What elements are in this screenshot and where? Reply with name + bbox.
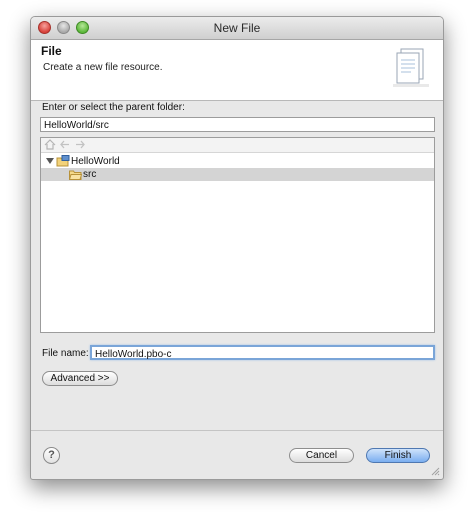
tree-item-src[interactable]: src [41, 168, 434, 181]
wizard-title: File [41, 44, 62, 58]
help-icon: ? [48, 449, 55, 461]
file-name-label: File name: [42, 348, 89, 359]
forward-arrow-icon[interactable] [74, 139, 86, 150]
file-name-input[interactable]: HelloWorld.pbo-c [90, 345, 435, 360]
help-button[interactable]: ? [43, 447, 60, 464]
tree-toolbar [41, 138, 434, 153]
wizard-description: Create a new file resource. [43, 62, 163, 73]
project-folder-icon [56, 155, 70, 167]
resize-grip-icon[interactable] [431, 467, 440, 476]
home-icon[interactable] [44, 139, 56, 150]
folder-tree[interactable]: HelloWorld src [40, 137, 435, 333]
window-title: New File [213, 21, 261, 35]
parent-folder-label: Enter or select the parent folder: [42, 102, 185, 113]
back-arrow-icon[interactable] [59, 139, 71, 150]
new-file-dialog: New File File Create a new file resource… [30, 16, 444, 480]
source-folder-icon [69, 170, 82, 180]
tree-item-label: src [83, 169, 97, 180]
tree-item-helloworld[interactable]: HelloWorld [41, 155, 434, 168]
tree-item-label: HelloWorld [71, 156, 120, 167]
new-file-document-icon [393, 48, 429, 87]
parent-folder-input[interactable]: HelloWorld/src [40, 117, 435, 132]
finish-button[interactable]: Finish [366, 448, 430, 463]
cancel-button[interactable]: Cancel [289, 448, 354, 463]
title-bar[interactable]: New File [31, 17, 443, 40]
wizard-header: File Create a new file resource. [31, 40, 443, 101]
advanced-button[interactable]: Advanced >> [42, 371, 118, 386]
expand-arrow-icon[interactable] [46, 158, 54, 164]
button-bar-separator [31, 430, 443, 431]
